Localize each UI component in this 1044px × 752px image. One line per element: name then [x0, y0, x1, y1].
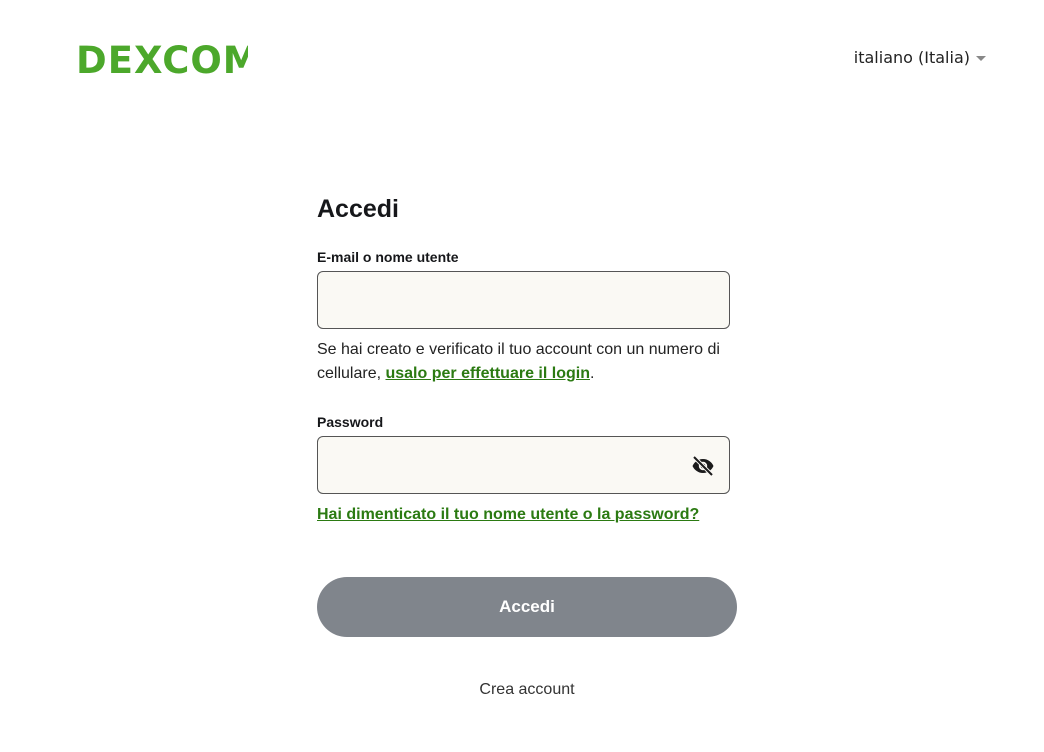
- help-text-suffix: .: [589, 365, 595, 382]
- forgot-credentials-link[interactable]: Hai dimenticato il tuo nome utente o la …: [317, 506, 699, 524]
- language-label: italiano (Italia): [853, 48, 970, 67]
- caret-down-icon: [976, 56, 986, 61]
- password-label: Password: [317, 414, 384, 430]
- dexcom-logo-mark: DEXCOM: [76, 39, 260, 82]
- email-input[interactable]: [318, 272, 729, 328]
- password-input[interactable]: [318, 437, 729, 493]
- login-button[interactable]: Accedi: [317, 577, 737, 637]
- eye-slash-icon[interactable]: [691, 454, 715, 478]
- language-selector[interactable]: italiano (Italia): [854, 48, 986, 67]
- create-account-link[interactable]: Crea account: [317, 681, 737, 699]
- logo-text: DEXCOM: [76, 40, 248, 80]
- login-form: Accedi E-mail o nome utente Se hai creat…: [317, 190, 737, 524]
- mobile-login-link[interactable]: usalo per effettuare il login: [385, 365, 589, 382]
- mobile-login-help: Se hai creato e verificato il tuo accoun…: [317, 338, 737, 386]
- page-title: Accedi: [317, 195, 399, 223]
- password-field-box: [317, 436, 730, 494]
- email-field-box: [317, 271, 730, 329]
- dexcom-logo: DEXCOM: [76, 39, 260, 87]
- email-label: E-mail o nome utente: [317, 249, 459, 265]
